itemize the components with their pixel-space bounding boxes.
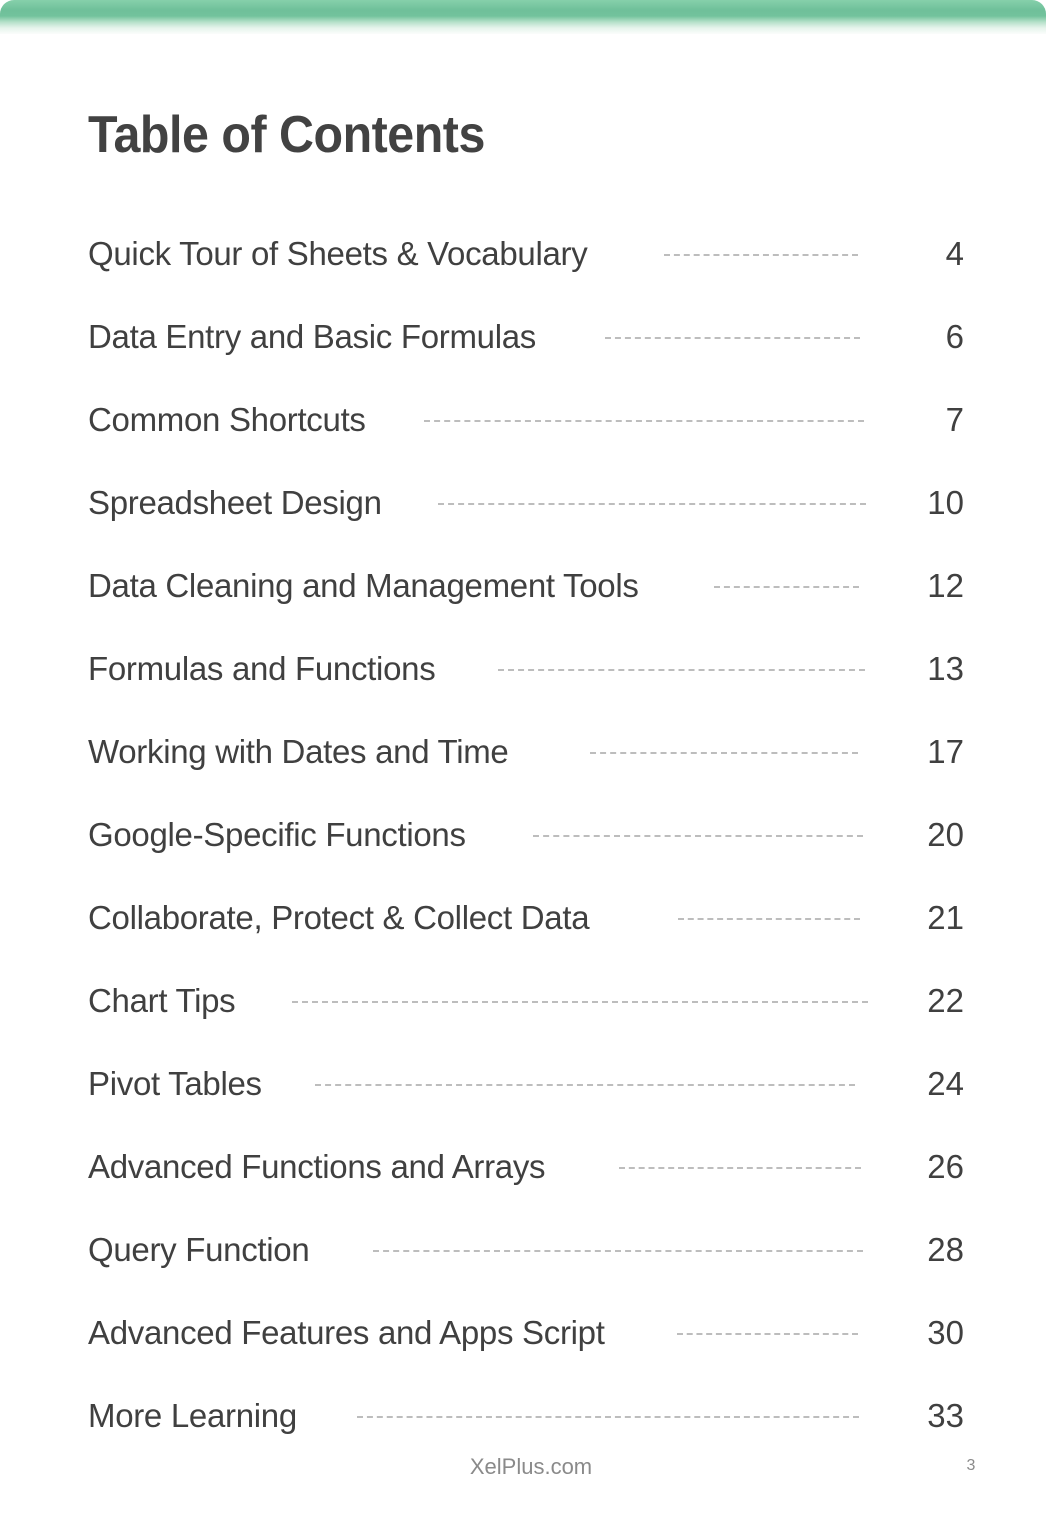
toc-entry-title[interactable]: More Learning [88, 1390, 297, 1442]
toc-dotted-leader [498, 669, 865, 671]
toc-dotted-leader [619, 1167, 861, 1169]
toc-entry-title[interactable]: Data Cleaning and Management Tools [88, 560, 639, 612]
toc-entry-title[interactable]: Formulas and Functions [88, 643, 436, 695]
toc-entry-title[interactable]: Spreadsheet Design [88, 477, 382, 529]
footer-page-number: 3 [966, 1457, 976, 1474]
table-of-contents: Quick Tour of Sheets & Vocabulary 4 Data… [88, 228, 964, 1473]
toc-entry[interactable]: Advanced Functions and Arrays 26 [88, 1141, 964, 1224]
toc-entry-page[interactable]: 4 [946, 228, 964, 280]
toc-entry-title[interactable]: Advanced Features and Apps Script [88, 1307, 605, 1359]
toc-entry[interactable]: Pivot Tables 24 [88, 1058, 964, 1141]
toc-dotted-leader [678, 918, 860, 920]
toc-entry[interactable]: Chart Tips 22 [88, 975, 964, 1058]
toc-dotted-leader [533, 835, 863, 837]
toc-entry-title[interactable]: Working with Dates and Time [88, 726, 509, 778]
toc-entry-page[interactable]: 21 [927, 892, 964, 944]
footer-site-name: XelPlus.com [469, 1454, 593, 1479]
toc-dotted-leader [605, 337, 860, 339]
toc-entry-page[interactable]: 28 [927, 1224, 964, 1276]
toc-entry-page[interactable]: 17 [927, 726, 964, 778]
toc-entry-title[interactable]: Quick Tour of Sheets & Vocabulary [88, 228, 588, 280]
toc-entry[interactable]: Working with Dates and Time 17 [88, 726, 964, 809]
toc-dotted-leader [373, 1250, 863, 1252]
toc-entry-page[interactable]: 24 [927, 1058, 964, 1110]
toc-entry[interactable]: Quick Tour of Sheets & Vocabulary 4 [88, 228, 964, 311]
toc-entry-title[interactable]: Google-Specific Functions [88, 809, 466, 861]
toc-entry[interactable]: Common Shortcuts 7 [88, 394, 964, 477]
header-accent-bar [0, 0, 1046, 34]
toc-entry[interactable]: Google-Specific Functions 20 [88, 809, 964, 892]
toc-dotted-leader [357, 1416, 859, 1418]
toc-entry[interactable]: Formulas and Functions 13 [88, 643, 964, 726]
toc-entry-title[interactable]: Data Entry and Basic Formulas [88, 311, 536, 363]
toc-entry-title[interactable]: Common Shortcuts [88, 394, 366, 446]
toc-entry-page[interactable]: 33 [927, 1390, 964, 1442]
toc-dotted-leader [315, 1084, 855, 1086]
toc-dotted-leader [714, 586, 859, 588]
toc-entry-page[interactable]: 10 [927, 477, 964, 529]
toc-entry-title[interactable]: Pivot Tables [88, 1058, 262, 1110]
toc-entry[interactable]: Spreadsheet Design 10 [88, 477, 964, 560]
toc-entry[interactable]: Collaborate, Protect & Collect Data 21 [88, 892, 964, 975]
toc-dotted-leader [424, 420, 864, 422]
toc-entry-page[interactable]: 6 [946, 311, 964, 363]
toc-entry-page[interactable]: 22 [927, 975, 964, 1027]
toc-entry-page[interactable]: 20 [927, 809, 964, 861]
page-title: Table of Contents [88, 106, 485, 164]
toc-entry-page[interactable]: 30 [927, 1307, 964, 1359]
toc-entry-title[interactable]: Advanced Functions and Arrays [88, 1141, 546, 1193]
toc-entry-page[interactable]: 13 [927, 643, 964, 695]
toc-entry-page[interactable]: 7 [946, 394, 964, 446]
toc-entry-page[interactable]: 26 [927, 1141, 964, 1193]
toc-dotted-leader [438, 503, 866, 505]
toc-entry-title[interactable]: Chart Tips [88, 975, 236, 1027]
toc-entry-title[interactable]: Query Function [88, 1224, 310, 1276]
toc-dotted-leader [590, 752, 858, 754]
toc-entry[interactable]: Data Entry and Basic Formulas 6 [88, 311, 964, 394]
toc-dotted-leader [292, 1001, 868, 1003]
toc-entry-page[interactable]: 12 [927, 560, 964, 612]
toc-dotted-leader [664, 254, 858, 256]
toc-entry[interactable]: Data Cleaning and Management Tools 12 [88, 560, 964, 643]
toc-entry-title[interactable]: Collaborate, Protect & Collect Data [88, 892, 590, 944]
toc-entry[interactable]: Query Function 28 [88, 1224, 964, 1307]
toc-entry[interactable]: Advanced Features and Apps Script 30 [88, 1307, 964, 1390]
toc-dotted-leader [677, 1333, 858, 1335]
